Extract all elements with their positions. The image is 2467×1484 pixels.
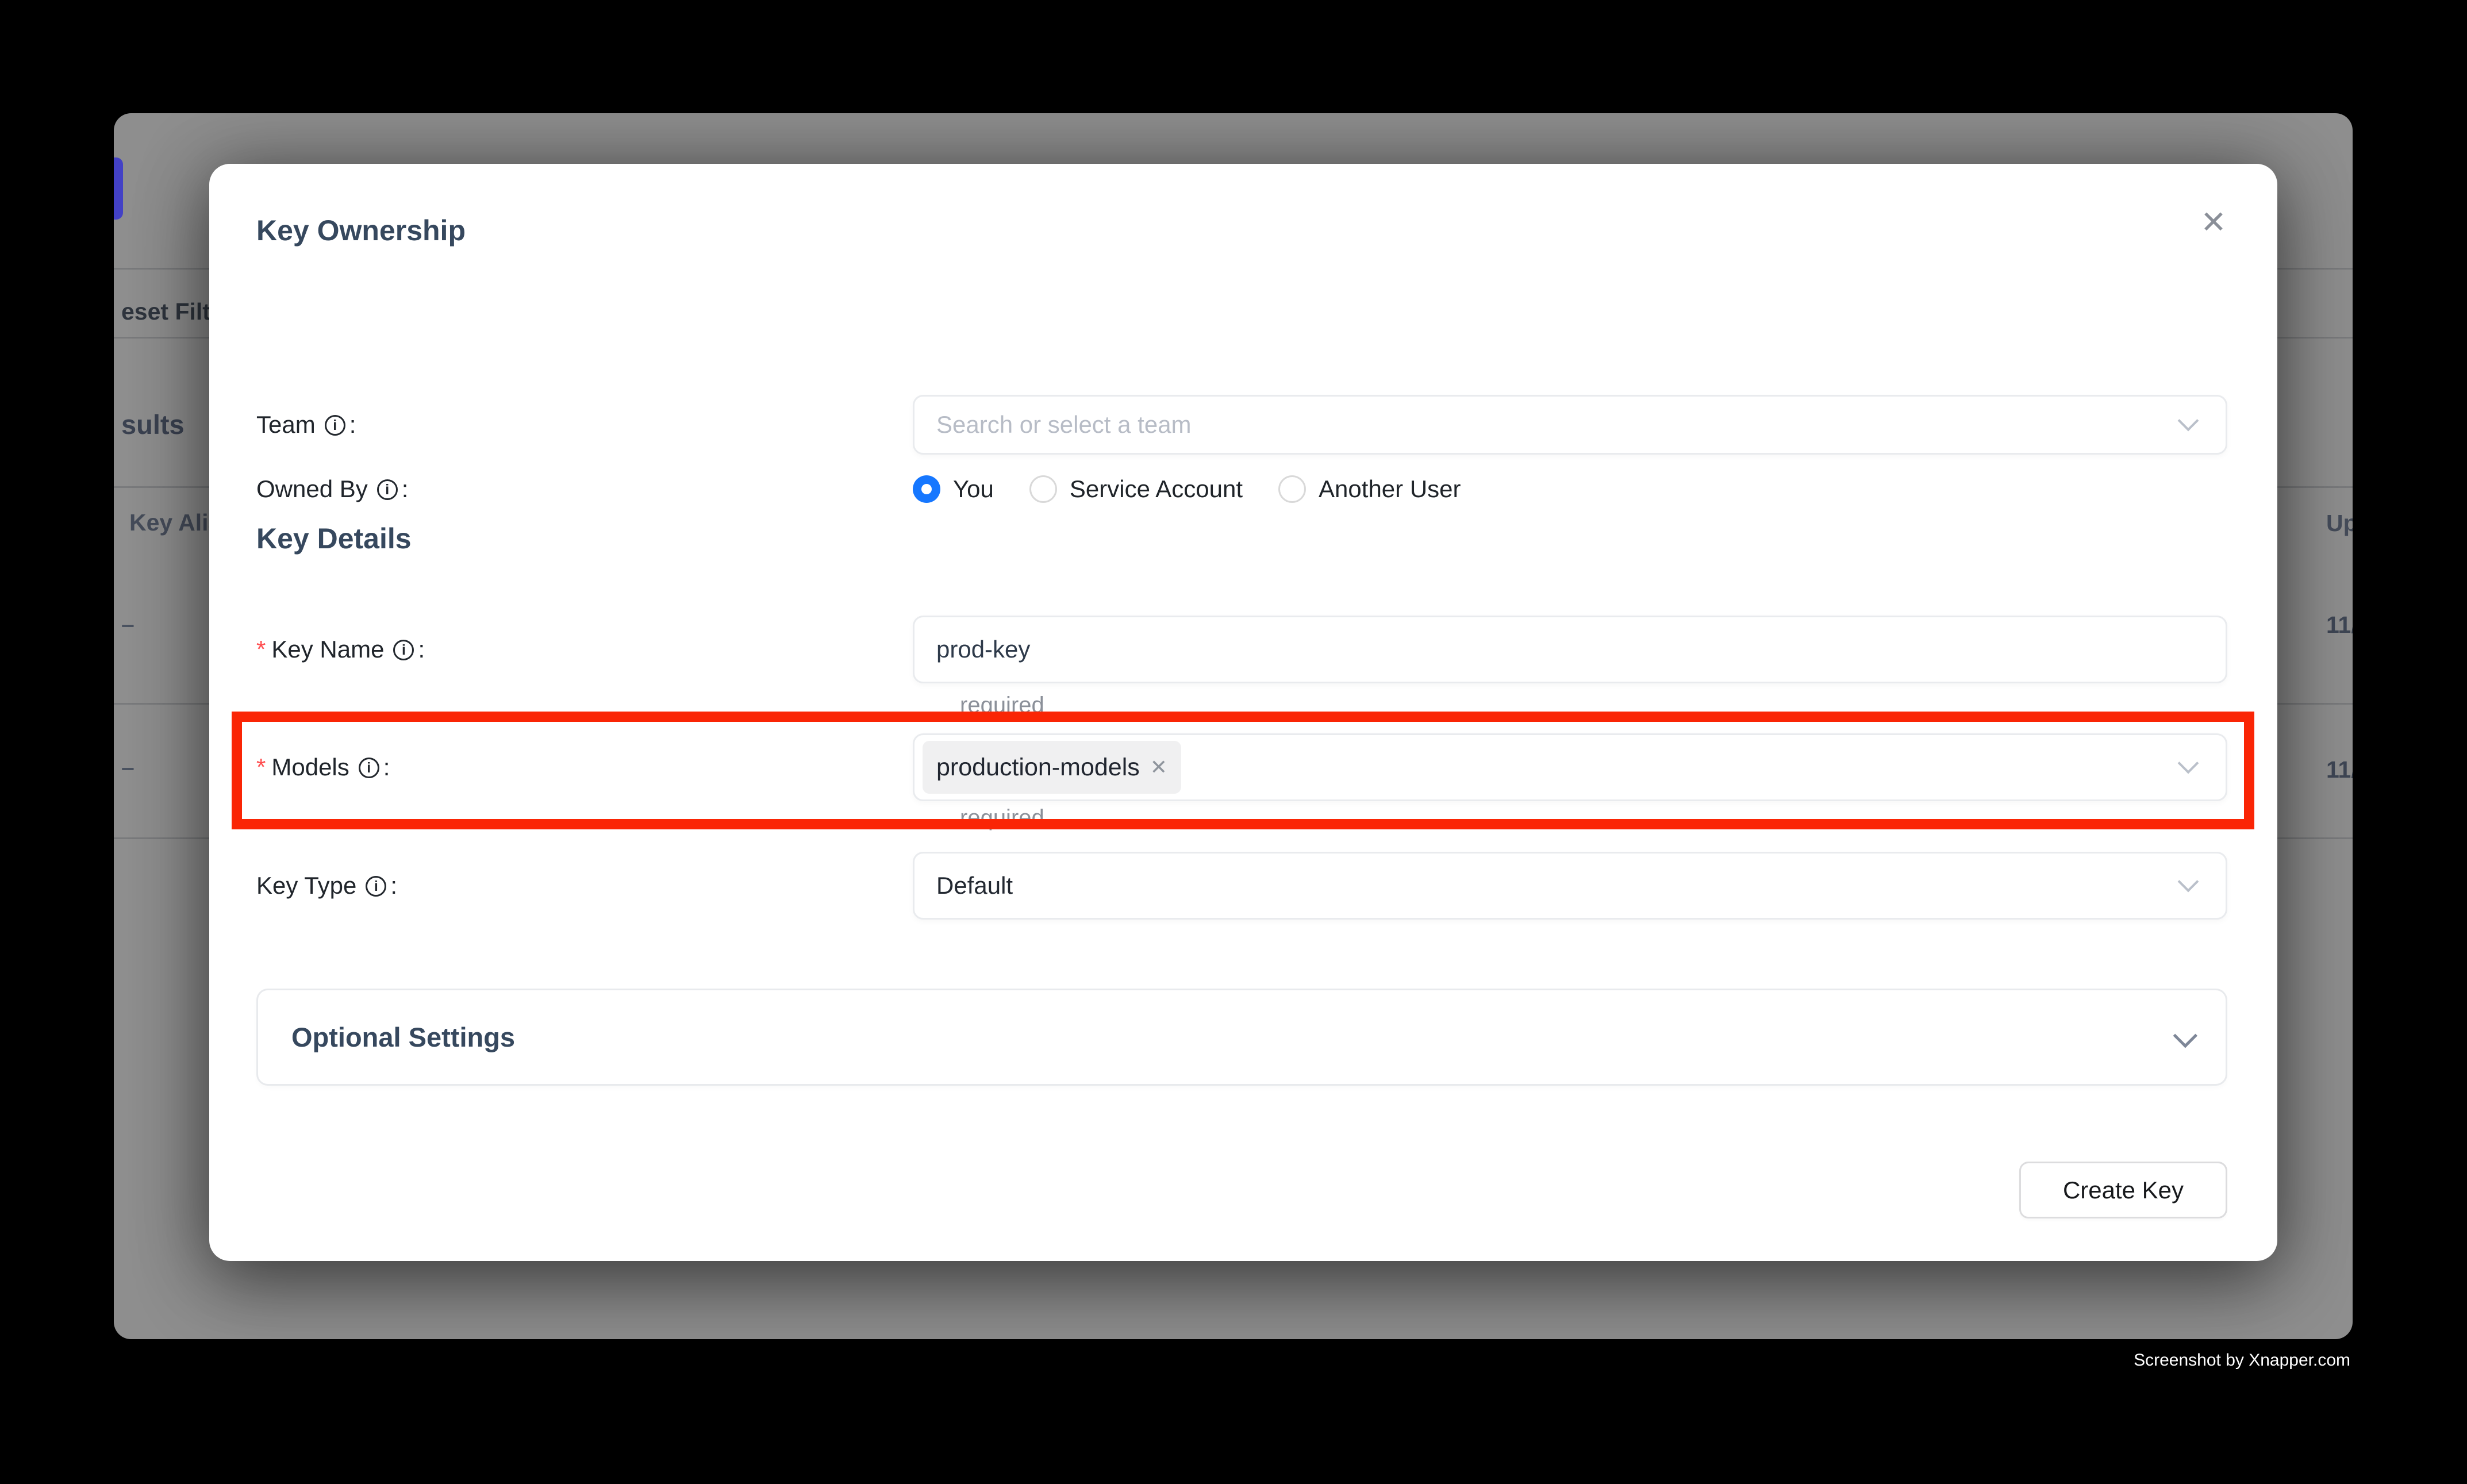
watermark-text: Screenshot by Xnapper.com <box>2134 1351 2350 1370</box>
chevron-down-icon <box>2178 871 2199 893</box>
owned-by-label: Owned By i: <box>256 475 913 503</box>
label-colon: : <box>349 411 356 439</box>
section-heading-key-details: Key Details <box>256 521 412 556</box>
team-select[interactable]: Search or select a team <box>913 395 2227 455</box>
models-select[interactable]: production-models ✕ <box>913 733 2227 801</box>
chevron-down-icon <box>2173 1023 2197 1047</box>
key-type-label-text: Key Type <box>256 872 356 899</box>
selected-model-tag-text: production-models <box>936 753 1140 782</box>
optional-settings-title: Optional Settings <box>291 1021 2175 1053</box>
info-icon[interactable]: i <box>393 640 414 660</box>
chevron-down-icon <box>2178 753 2199 774</box>
radio-service-account[interactable]: Service Account <box>1029 475 1243 503</box>
background-updated-header-partial: Up <box>2326 510 2353 537</box>
optional-settings-panel[interactable]: Optional Settings <box>256 989 2227 1086</box>
radio-you[interactable]: You <box>913 475 994 503</box>
close-icon[interactable]: ✕ <box>2188 196 2239 248</box>
radio-another-user[interactable]: Another User <box>1278 475 1461 503</box>
background-primary-button <box>114 157 123 220</box>
key-name-value: prod-key <box>936 636 1030 663</box>
create-key-modal: Key Ownership ✕ Owned By i: You Service A… <box>209 164 2277 1261</box>
key-type-value: Default <box>936 872 1013 899</box>
radio-service-account-label: Service Account <box>1070 475 1243 503</box>
label-colon: : <box>402 475 409 503</box>
team-label: Teami: <box>256 411 913 439</box>
background-key-alias-header-partial: Key Alia <box>129 509 221 536</box>
background-row-date-partial: 11/ <box>2326 756 2353 783</box>
radio-another-user-label: Another User <box>1319 475 1461 503</box>
team-row: Teami: Search or select a team <box>256 395 2227 455</box>
radio-unselected-icon[interactable] <box>1029 475 1057 503</box>
radio-unselected-icon[interactable] <box>1278 475 1306 503</box>
chevron-down-icon <box>2178 410 2199 432</box>
owned-by-row: Owned By i: You Service Account Another U… <box>256 457 2227 521</box>
team-label-text: Team <box>256 411 316 439</box>
models-required-hint: required <box>960 803 1044 833</box>
models-label-text: Models <box>271 753 349 781</box>
key-name-required-hint: required <box>960 690 1044 720</box>
required-asterisk: * <box>256 753 266 781</box>
modal-title-key-ownership: Key Ownership <box>256 213 466 248</box>
owned-by-label-text: Owned By <box>256 475 368 503</box>
radio-you-label: You <box>953 475 994 503</box>
key-type-row: Key Type i: Default <box>256 852 2227 920</box>
background-row-dash: – <box>121 611 135 638</box>
tag-remove-icon[interactable]: ✕ <box>1150 757 1167 778</box>
create-key-button[interactable]: Create Key <box>2019 1162 2227 1218</box>
info-icon[interactable]: i <box>325 415 345 436</box>
background-reset-filters-partial: eset Filt <box>121 298 210 325</box>
info-icon[interactable]: i <box>359 758 379 778</box>
label-colon: : <box>390 872 397 899</box>
key-type-select[interactable]: Default <box>913 852 2227 920</box>
required-asterisk: * <box>256 636 266 663</box>
label-colon: : <box>418 636 425 663</box>
info-icon[interactable]: i <box>366 876 386 897</box>
selected-model-tag: production-models ✕ <box>923 741 1181 794</box>
label-colon: : <box>383 753 390 781</box>
background-results-partial: sults <box>121 409 185 440</box>
team-select-placeholder: Search or select a team <box>936 411 1192 439</box>
background-row-dash: – <box>121 754 135 781</box>
key-type-label: Key Type i: <box>256 872 913 899</box>
info-icon[interactable]: i <box>377 479 398 500</box>
background-row-date-partial: 11/ <box>2326 612 2353 639</box>
key-name-input[interactable]: prod-key <box>913 616 2227 683</box>
key-name-label: *Key Name i: <box>256 636 913 663</box>
models-row: *Modelsi: production-models ✕ <box>256 733 2227 801</box>
models-label: *Modelsi: <box>256 753 913 781</box>
key-name-label-text: Key Name <box>271 636 384 663</box>
owned-by-radio-group: You Service Account Another User <box>913 475 1461 503</box>
radio-selected-icon[interactable] <box>913 475 940 503</box>
key-name-row: *Key Name i: prod-key <box>256 616 2227 683</box>
